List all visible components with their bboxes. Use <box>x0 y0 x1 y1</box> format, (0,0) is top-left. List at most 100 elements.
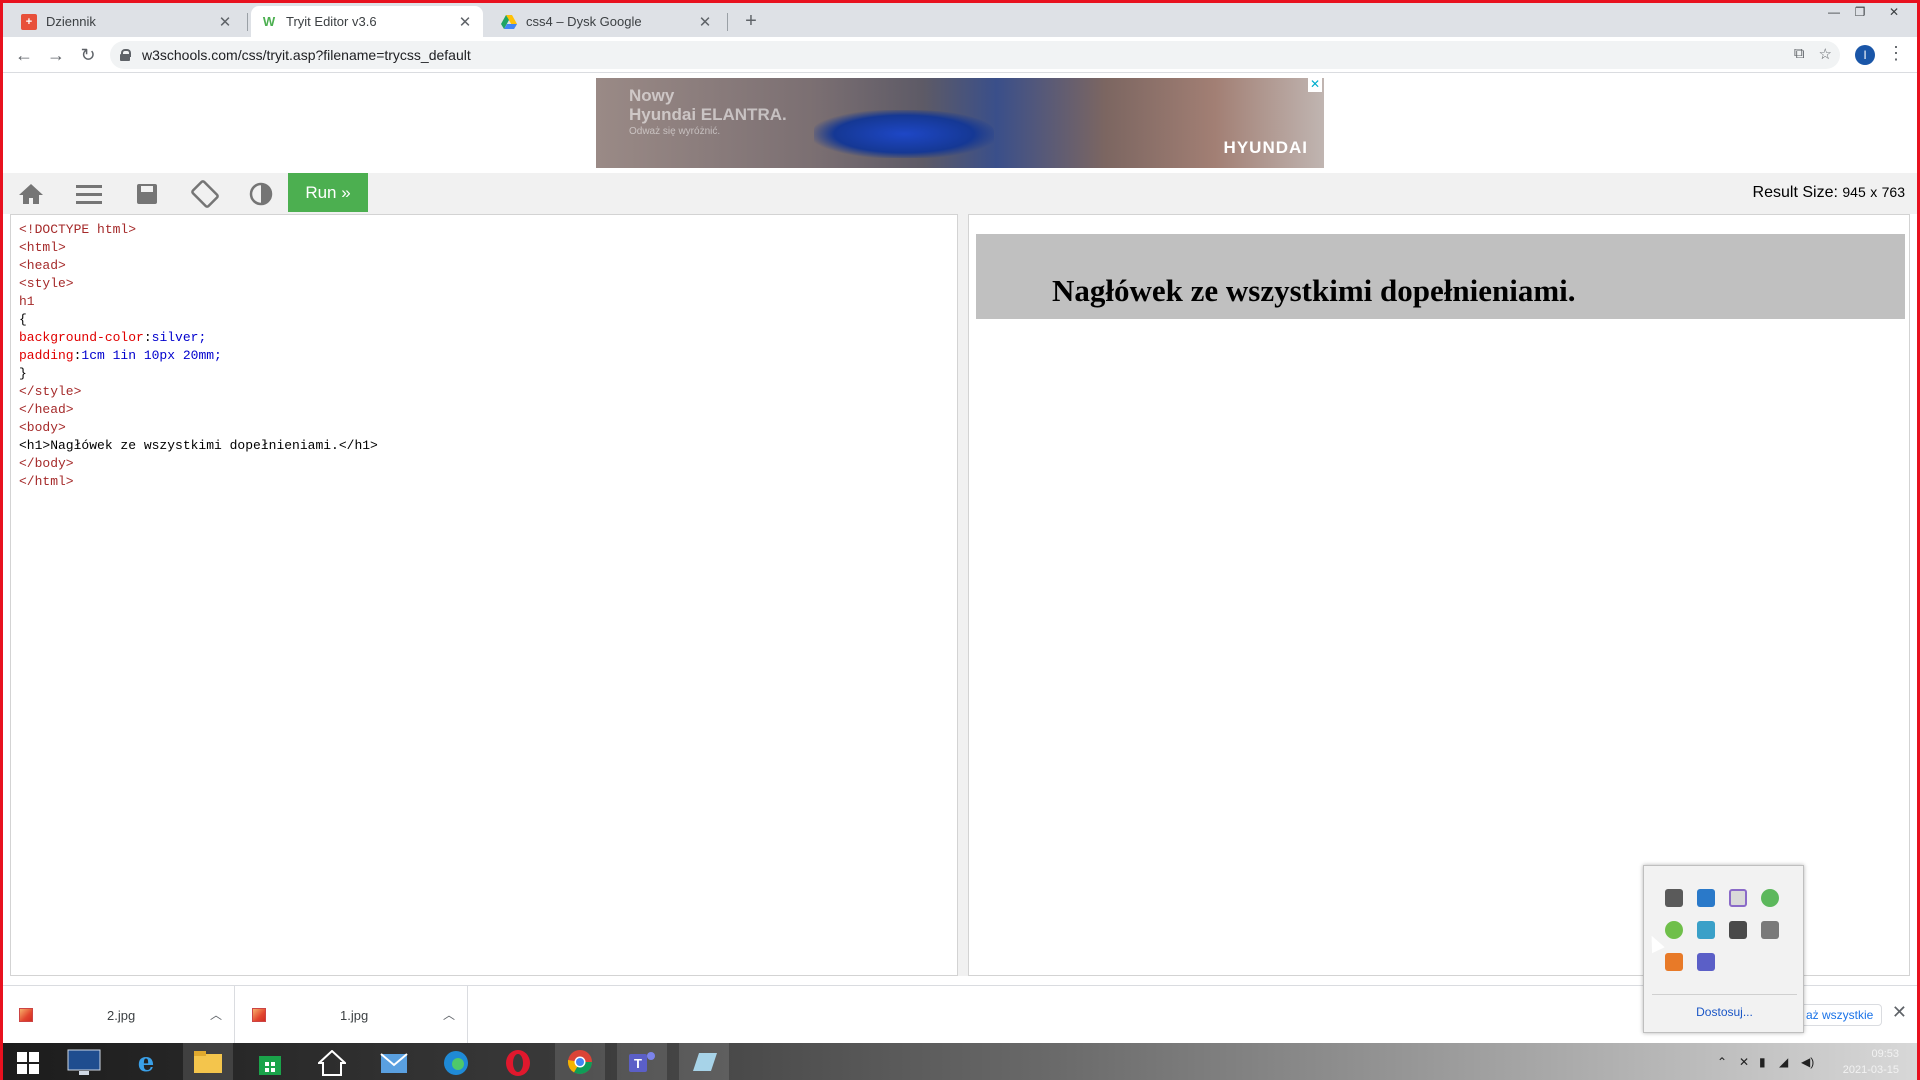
chevron-up-icon[interactable]: ︿ <box>443 1006 455 1023</box>
code-line: <head> <box>19 258 66 273</box>
show-hidden-icons-button[interactable]: ⌃ <box>1717 1055 1727 1069</box>
notepad-icon[interactable] <box>679 1043 729 1080</box>
hyundai-ad-banner[interactable]: Nowy Hyundai ELANTRA. Odważ się wyróżnić… <box>596 78 1324 168</box>
code-editor[interactable]: <!DOCTYPE html> <html> <head> <style> h1 {bac… <box>10 214 958 976</box>
code-line: background-color:silver; <box>19 330 207 345</box>
close-tab-icon[interactable]: ✕ <box>217 13 233 31</box>
tray-drive-icon[interactable] <box>1761 921 1779 939</box>
edge-icon[interactable] <box>431 1043 481 1080</box>
code-line: { <box>19 312 27 327</box>
ad-area: Nowy Hyundai ELANTRA. Odważ się wyróżnić… <box>3 73 1917 173</box>
network-error-icon[interactable]: ✕ <box>1739 1055 1749 1069</box>
chevron-up-icon[interactable]: ︿ <box>210 1006 222 1023</box>
tab-google-drive[interactable]: css4 – Dysk Google ✕ <box>491 6 723 37</box>
lenovo-icon[interactable] <box>59 1043 109 1080</box>
more-menu-icon[interactable]: ⋮ <box>1887 43 1905 64</box>
close-shelf-icon[interactable]: ✕ <box>1892 1002 1907 1023</box>
tray-java-icon[interactable] <box>1665 953 1683 971</box>
address-bar[interactable]: w3schools.com/css/tryit.asp?filename=try… <box>110 41 1840 69</box>
svg-text:T: T <box>634 1056 642 1071</box>
code-line: <body> <box>19 420 66 435</box>
browser-toolbar: ← → ↻ w3schools.com/css/tryit.asp?filena… <box>3 37 1917 73</box>
code-line: </style> <box>19 384 82 399</box>
bookmark-star-icon[interactable]: ☆ <box>1819 45 1832 63</box>
tab-title: css4 – Dysk Google <box>526 14 642 29</box>
menu-icon[interactable] <box>61 173 117 214</box>
chrome-icon[interactable] <box>555 1043 605 1080</box>
ad-headline: Nowy Hyundai ELANTRA. <box>629 86 787 124</box>
dziennik-icon: + <box>21 13 37 30</box>
battery-icon[interactable]: ▮ <box>1759 1055 1766 1069</box>
close-window-icon[interactable]: ✕ <box>1881 5 1907 21</box>
internet-explorer-icon[interactable]: e <box>121 1043 171 1080</box>
tab-tryit-editor[interactable]: W Tryit Editor v3.6 ✕ <box>251 6 483 37</box>
code-line: </html> <box>19 474 74 489</box>
hidden-tray-icons-popup: Dostosuj... <box>1643 865 1804 1033</box>
show-all-downloads-button[interactable]: aż wszystkie <box>1797 1004 1883 1026</box>
teams-icon[interactable]: T <box>617 1043 667 1080</box>
wifi-icon[interactable]: ◢ <box>1779 1055 1788 1069</box>
file-explorer-icon[interactable] <box>183 1043 233 1080</box>
windows-start-icon[interactable] <box>3 1043 53 1080</box>
tray-monitor-icon[interactable] <box>1665 889 1683 907</box>
microsoft-store-icon[interactable] <box>245 1043 295 1080</box>
code-line: } <box>19 366 27 381</box>
tryit-toolbar: Run » Result Size: 945 x 763 <box>3 173 1917 214</box>
result-size: Result Size: 945 x 763 <box>1752 184 1905 201</box>
result-heading: Nagłówek ze wszystkimi dopełnieniami. <box>976 234 1905 319</box>
tray-update-icon[interactable] <box>1761 889 1779 907</box>
mail-icon[interactable] <box>369 1043 419 1080</box>
theme-contrast-icon[interactable] <box>233 173 289 214</box>
screen: + Dziennik ✕ W Tryit Editor v3.6 ✕ css4 … <box>0 0 1920 1080</box>
opera-icon[interactable] <box>493 1043 543 1080</box>
customize-link[interactable]: Dostosuj... <box>1652 994 1797 1019</box>
taskbar-clock[interactable]: 09:53 2021-03-15 <box>1843 1046 1899 1078</box>
lock-icon <box>120 49 131 61</box>
pane-divider[interactable] <box>958 214 968 976</box>
back-icon[interactable]: ← <box>11 43 37 69</box>
tray-teams-icon[interactable] <box>1697 953 1715 971</box>
code-line: </head> <box>19 402 74 417</box>
ad-subline: Odważ się wyróżnić. <box>629 126 721 137</box>
code-line: <html> <box>19 240 66 255</box>
tray-package-icon[interactable] <box>1697 921 1715 939</box>
result-width: 945 <box>1842 184 1866 200</box>
save-icon[interactable] <box>119 173 175 214</box>
tray-camera-icon[interactable] <box>1729 921 1747 939</box>
run-button[interactable]: Run » <box>288 173 368 212</box>
translate-icon[interactable]: ⧉ <box>1794 45 1805 63</box>
hyundai-logo: HYUNDAI <box>1223 138 1308 157</box>
tray-app-icon[interactable] <box>1697 889 1715 907</box>
home-icon[interactable] <box>3 173 59 214</box>
volume-icon[interactable]: ◀) <box>1801 1055 1814 1069</box>
tray-settings-icon[interactable] <box>1729 889 1747 907</box>
w3schools-icon: W <box>262 14 276 29</box>
code-line: <h1>Nagłówek ze wszystkimi dopełnieniami… <box>19 438 378 453</box>
new-tab-button[interactable]: + <box>738 9 764 35</box>
minimize-icon[interactable]: — <box>1821 5 1847 21</box>
tab-separator <box>727 13 728 31</box>
rotate-layout-icon[interactable] <box>177 173 233 214</box>
url-text: w3schools.com/css/tryit.asp?filename=try… <box>142 47 471 63</box>
clock-time: 09:53 <box>1871 1048 1899 1060</box>
reload-icon[interactable]: ↻ <box>75 43 101 69</box>
close-tab-icon[interactable]: ✕ <box>697 13 713 31</box>
result-height: 763 <box>1881 184 1905 200</box>
close-tab-icon[interactable]: ✕ <box>457 13 473 31</box>
tab-dziennik[interactable]: + Dziennik ✕ <box>11 6 243 37</box>
tab-strip: + Dziennik ✕ W Tryit Editor v3.6 ✕ css4 … <box>3 3 1917 37</box>
ad-close-icon[interactable]: ✕ <box>1308 78 1322 92</box>
downloads-shelf: 2.jpg ︿ 1.jpg ︿ aż wszystkie ✕ <box>3 985 1917 1044</box>
windows-taskbar: e T ⌃ ✕ ▮ ◢ ◀) 09:53 2021-03-15 <box>3 1043 1917 1080</box>
code-line: </body> <box>19 456 74 471</box>
download-item[interactable]: 1.jpg ︿ <box>236 986 468 1044</box>
forward-icon[interactable]: → <box>43 43 69 69</box>
download-filename: 2.jpg <box>107 1008 136 1023</box>
download-item[interactable]: 2.jpg ︿ <box>3 986 235 1044</box>
restore-icon[interactable]: ❐ <box>1847 5 1873 21</box>
profile-avatar[interactable]: I <box>1855 45 1875 65</box>
code-line: h1 <box>19 294 35 309</box>
result-frame: Nagłówek ze wszystkimi dopełnieniami. <box>968 214 1910 976</box>
tray-security-icon[interactable] <box>1665 921 1683 939</box>
home-icon[interactable] <box>307 1043 357 1080</box>
